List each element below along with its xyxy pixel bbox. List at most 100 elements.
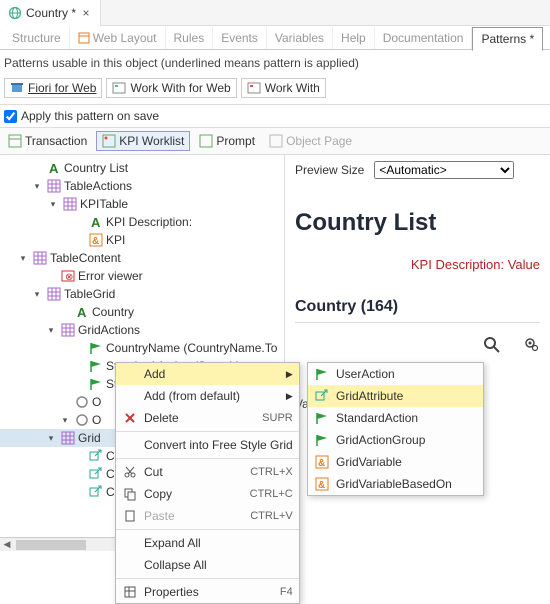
tb-label: Object Page — [286, 134, 352, 148]
tree-icon — [89, 377, 103, 391]
tb-label: Transaction — [25, 134, 87, 148]
menu-label: Delete — [144, 411, 179, 425]
tree-item[interactable]: CountryName (CountryName.To — [0, 339, 284, 357]
context-submenu[interactable]: UserActionGridAttributeStandardAction Gri… — [307, 362, 484, 496]
pattern-toolbar: Transaction KPI Worklist Prompt Object P… — [0, 128, 550, 155]
tab-rules[interactable]: Rules — [166, 27, 214, 49]
expander-icon[interactable]: ▾ — [16, 253, 30, 264]
tab-documentation[interactable]: Documentation — [375, 27, 473, 49]
tree-item[interactable]: ACountry List — [0, 159, 284, 177]
tab-events[interactable]: Events — [213, 27, 267, 49]
tab-help[interactable]: Help — [333, 27, 375, 49]
tb-prompt[interactable]: Prompt — [194, 132, 260, 150]
tree-icon — [61, 323, 75, 337]
expander-icon[interactable]: ▾ — [30, 181, 44, 192]
menu-item[interactable]: &GridVariable — [308, 451, 483, 473]
menu-separator — [116, 529, 299, 530]
tb-label: KPI Worklist — [119, 134, 184, 148]
tb-transaction[interactable]: Transaction — [3, 132, 92, 150]
expander-icon[interactable]: ▾ — [44, 433, 58, 444]
menu-label: GridVariableBasedOn — [336, 477, 452, 491]
scroll-thumb[interactable] — [16, 540, 86, 550]
tb-label: Prompt — [216, 134, 255, 148]
menu-item[interactable]: StandardAction — [308, 407, 483, 429]
patterns-hint: Patterns usable in this object (underlin… — [0, 50, 550, 76]
tree-icon — [61, 431, 75, 445]
prompt-icon — [199, 134, 213, 148]
tab-web-layout[interactable]: Web Layout — [70, 27, 166, 49]
menu-item[interactable]: PasteCTRL+V — [116, 505, 299, 527]
tb-kpi-worklist[interactable]: KPI Worklist — [96, 131, 190, 151]
pattern-wwweb[interactable]: Work With for Web — [106, 78, 236, 98]
apply-checkbox[interactable] — [4, 110, 17, 123]
menu-item[interactable]: CutCTRL+X — [116, 461, 299, 483]
menu-shortcut: SUPR — [262, 412, 293, 424]
pattern-fiori[interactable]: Fiori for Web — [4, 78, 102, 98]
document-tab[interactable]: Country * × — [0, 0, 101, 26]
tree-item[interactable]: ▾TableGrid — [0, 285, 284, 303]
tree-item[interactable]: ⊗Error viewer — [0, 267, 284, 285]
tree-item[interactable]: ▾TableActions — [0, 177, 284, 195]
pattern-ww[interactable]: Work With — [241, 78, 326, 98]
expander-icon[interactable]: ▾ — [58, 415, 72, 426]
menu-item[interactable]: Expand All — [116, 532, 299, 554]
menu-item[interactable]: Collapse All — [116, 554, 299, 576]
gear-icon[interactable] — [520, 335, 540, 355]
menu-item[interactable]: Delete SUPR — [116, 407, 299, 429]
apply-row: Apply this pattern on save — [0, 104, 550, 128]
menu-icon — [314, 389, 330, 403]
tree-item[interactable]: ACountry — [0, 303, 284, 321]
preview-size-select[interactable]: <Automatic> — [374, 161, 514, 179]
expander-icon[interactable]: ▾ — [44, 325, 58, 336]
tree-item[interactable]: ▾KPITable — [0, 195, 284, 213]
tab-patterns[interactable]: Patterns * — [472, 27, 543, 51]
tree-icon: & — [89, 233, 103, 247]
menu-item[interactable]: Add▶ — [116, 363, 299, 385]
tb-object-page[interactable]: Object Page — [264, 132, 357, 150]
submenu-arrow-icon: ▶ — [286, 391, 293, 402]
menu-item[interactable]: UserAction — [308, 363, 483, 385]
menu-item[interactable]: Convert into Free Style Grid — [116, 434, 299, 456]
menu-label: Cut — [144, 465, 163, 479]
tree-icon — [89, 359, 103, 373]
tree-label: Grid — [78, 431, 101, 445]
menu-icon — [122, 411, 138, 425]
pattern-label: Fiori for Web — [28, 81, 96, 95]
menu-item[interactable]: Add (from default)▶ — [116, 385, 299, 407]
submenu-arrow-icon: ▶ — [286, 369, 293, 380]
tree-item[interactable]: ▾ GridActions — [0, 321, 284, 339]
menu-icon: & — [314, 477, 330, 491]
menu-separator — [116, 578, 299, 579]
tree-label: Country List — [64, 161, 128, 175]
expander-icon[interactable]: ▾ — [46, 199, 60, 210]
menu-item[interactable]: &GridVariableBasedOn — [308, 473, 483, 495]
menu-item[interactable]: GridActionGroup — [308, 429, 483, 451]
search-icon[interactable] — [482, 335, 502, 355]
menu-item[interactable]: PropertiesF4 — [116, 581, 299, 603]
tree-item[interactable]: AKPI Description: — [0, 213, 284, 231]
scroll-left-icon[interactable]: ◀ — [0, 539, 14, 550]
tree-label: Error viewer — [78, 269, 143, 283]
menu-label: GridActionGroup — [336, 433, 425, 447]
menu-item[interactable]: CopyCTRL+C — [116, 483, 299, 505]
tab-structure[interactable]: Structure — [4, 27, 70, 49]
menu-label: Copy — [144, 487, 172, 501]
context-menu[interactable]: Add▶Add (from default)▶ Delete SUPR Convert… — [115, 362, 300, 604]
menu-label: Convert into Free Style Grid — [144, 438, 293, 452]
menu-icon — [314, 367, 330, 381]
tab-variables[interactable]: Variables — [267, 27, 333, 49]
tree-icon — [47, 287, 61, 301]
menu-icon — [122, 487, 138, 501]
pattern-label: Work With for Web — [130, 81, 230, 95]
tree-label: GridActions — [78, 323, 140, 337]
tab-label: Web Layout — [93, 31, 157, 45]
menu-label: Collapse All — [144, 558, 207, 572]
tree-item[interactable]: &KPI — [0, 231, 284, 249]
expander-icon[interactable]: ▾ — [30, 289, 44, 300]
svg-text:&: & — [92, 236, 99, 247]
menu-item[interactable]: GridAttribute — [308, 385, 483, 407]
tree-item[interactable]: ▾TableContent — [0, 249, 284, 267]
editor-tabs: Structure Web Layout Rules Events Variab… — [0, 26, 550, 50]
close-icon[interactable]: × — [80, 6, 92, 20]
menu-separator — [116, 458, 299, 459]
